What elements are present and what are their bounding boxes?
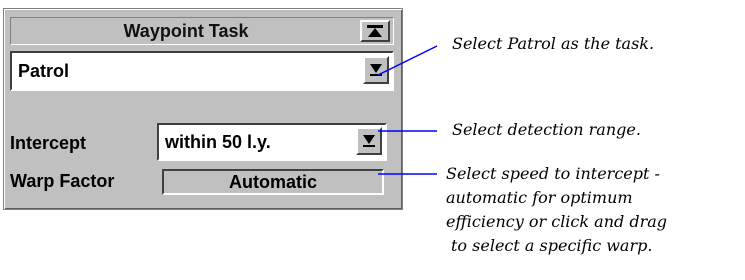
range-annotation: Select detection range.: [452, 120, 641, 139]
speed-annotation-line: automatic for optimum: [446, 188, 633, 207]
speed-annotation-line: Select speed to intercept -: [446, 164, 660, 183]
speed-annotation-line: efficiency or click and drag: [446, 212, 668, 231]
task-annotation: Select Patrol as the task.: [452, 34, 655, 53]
speed-annotation: Select speed to intercept - automatic fo…: [446, 162, 667, 258]
speed-annotation-line: to select a specific warp.: [451, 236, 653, 255]
task-leader-line: [377, 45, 438, 76]
